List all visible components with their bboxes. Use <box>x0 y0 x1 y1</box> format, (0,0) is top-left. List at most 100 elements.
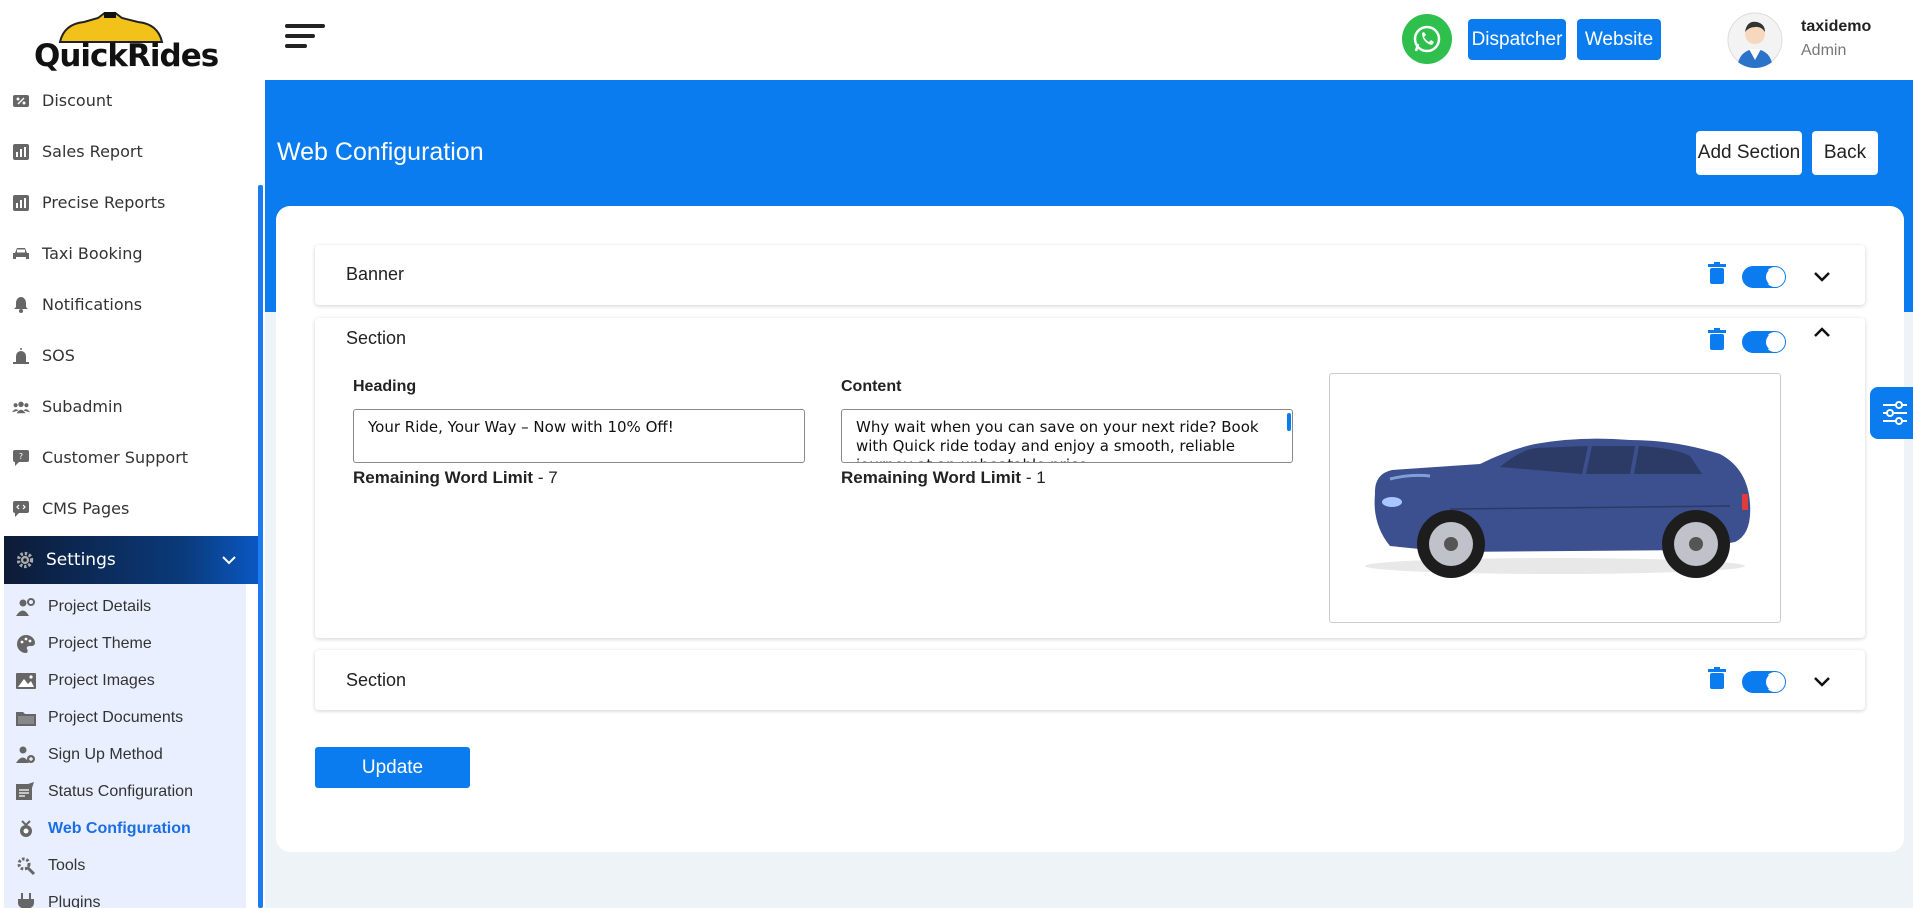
menu-toggle-icon[interactable] <box>285 24 325 54</box>
sidebar-item-sales-report[interactable]: Sales Report <box>0 126 258 177</box>
sidebar-scrollbar[interactable] <box>258 185 263 908</box>
palette-icon <box>14 632 38 656</box>
user-gear-icon <box>14 595 38 619</box>
limit-value: - 7 <box>537 468 558 487</box>
sidebar-item-label: Settings <box>46 550 116 570</box>
sidebar-item-label: Taxi Booking <box>42 244 143 263</box>
sidebar-item-taxi-booking[interactable]: Taxi Booking <box>0 228 258 279</box>
whatsapp-icon[interactable] <box>1402 14 1452 64</box>
chat-icon: ? <box>12 449 30 467</box>
submenu-item-label: Plugins <box>48 893 101 908</box>
add-section-button[interactable]: Add Section <box>1696 131 1802 175</box>
submenu-item-label: Project Documents <box>48 708 184 726</box>
sidebar-item-label: SOS <box>42 346 75 365</box>
sidebar-item-customer-support[interactable]: ? Customer Support <box>0 432 258 483</box>
section-image[interactable] <box>1329 373 1781 623</box>
submenu-item-web-configuration[interactable]: Web Configuration <box>4 810 246 847</box>
sidebar-item-notifications[interactable]: Notifications <box>0 279 258 330</box>
car-image <box>1365 438 1751 578</box>
code-icon <box>12 500 30 518</box>
submenu-item-project-theme[interactable]: Project Theme <box>4 625 246 662</box>
tools-icon <box>14 854 38 878</box>
submenu-item-label: Status Configuration <box>48 782 193 800</box>
bell-icon <box>12 296 30 314</box>
avatar[interactable] <box>1727 12 1783 68</box>
sidebar-item-label: Discount <box>42 91 113 110</box>
section-panel-collapsed[interactable]: Section <box>315 650 1865 710</box>
page-title: Web Configuration <box>277 138 484 166</box>
content-scrollbar[interactable] <box>1287 413 1291 431</box>
sidebar-item-subadmin[interactable]: Subadmin <box>0 381 258 432</box>
section-panel-expanded: Section Heading Your Ride, Your Way – No… <box>315 318 1865 638</box>
chevron-down-icon[interactable] <box>1811 670 1833 692</box>
submenu-item-status-configuration[interactable]: Status Configuration <box>4 773 246 810</box>
brand-name: QuickRides <box>34 38 219 74</box>
submenu-item-project-images[interactable]: Project Images <box>4 662 246 699</box>
user-role: Admin <box>1801 42 1847 59</box>
update-button[interactable]: Update <box>315 747 470 788</box>
car-icon <box>12 245 30 263</box>
panel-title: Section <box>346 670 407 690</box>
brand-logo[interactable]: QuickRides <box>28 8 219 74</box>
section-panel-banner[interactable]: Banner <box>315 245 1865 305</box>
panel-title: Section <box>346 328 407 348</box>
submenu-item-label: Project Theme <box>48 634 152 652</box>
image-icon <box>14 669 38 693</box>
chevron-down-icon[interactable] <box>1811 265 1833 287</box>
dispatcher-button[interactable]: Dispatcher <box>1468 19 1566 60</box>
limit-label: Remaining Word Limit <box>353 468 534 487</box>
limit-label: Remaining Word Limit <box>841 468 1022 487</box>
sidebar-item-cms-pages[interactable]: CMS Pages <box>0 483 258 534</box>
sidebar-item-discount[interactable]: Discount <box>0 75 258 126</box>
website-button[interactable]: Website <box>1577 19 1661 60</box>
config-card: Banner Section Heading Your Ride, Your W… <box>276 206 1904 852</box>
chevron-up-icon[interactable] <box>1811 322 1833 344</box>
sidebar-item-settings[interactable]: Settings <box>4 536 259 584</box>
content-input[interactable]: Why wait when you can save on your next … <box>841 409 1293 463</box>
chart-icon <box>12 143 30 161</box>
sidebar-item-precise-reports[interactable]: Precise Reports <box>0 177 258 228</box>
submenu-item-label: Sign Up Method <box>48 745 163 763</box>
svg-text:?: ? <box>19 452 23 461</box>
settings-panel-toggle[interactable] <box>1870 387 1913 439</box>
sidebar-item-label: Subadmin <box>42 397 123 416</box>
settings-submenu: Project Details Project Theme Project Im… <box>4 584 246 908</box>
sidebar-item-sos[interactable]: SOS <box>0 330 258 381</box>
sidebar-item-label: Notifications <box>42 295 143 314</box>
user-name: taxidemo <box>1801 18 1872 35</box>
submenu-item-project-details[interactable]: Project Details <box>4 588 246 625</box>
users-icon <box>12 398 30 416</box>
panel-title: Banner <box>346 264 405 284</box>
plug-icon <box>14 891 38 908</box>
enable-toggle[interactable] <box>1742 331 1786 353</box>
heading-input[interactable]: Your Ride, Your Way – Now with 10% Off! <box>353 409 805 463</box>
heading-label: Heading <box>353 378 417 395</box>
trash-icon[interactable] <box>1707 262 1727 284</box>
content-word-limit: Remaining Word Limit - 1 <box>841 468 1046 488</box>
submenu-item-project-documents[interactable]: Project Documents <box>4 699 246 736</box>
submenu-item-label: Web Configuration <box>48 819 191 837</box>
back-button[interactable]: Back <box>1812 131 1878 175</box>
heading-word-limit: Remaining Word Limit - 7 <box>353 468 558 488</box>
enable-toggle[interactable] <box>1742 671 1786 693</box>
limit-value: - 1 <box>1025 468 1046 487</box>
trash-icon[interactable] <box>1707 667 1727 689</box>
submenu-item-label: Project Images <box>48 671 155 689</box>
sidebar-menu: Discount Sales Report Precise Reports Ta… <box>0 75 259 908</box>
submenu-item-label: Project Details <box>48 597 152 615</box>
chevron-down-icon[interactable] <box>221 550 237 570</box>
submenu-item-plugins[interactable]: Plugins <box>4 884 246 908</box>
status-icon <box>14 780 38 804</box>
user-add-icon <box>14 743 38 767</box>
enable-toggle[interactable] <box>1742 266 1786 288</box>
sidebar-item-label: CMS Pages <box>42 499 130 518</box>
submenu-item-tools[interactable]: Tools <box>4 847 246 884</box>
sidebar-item-label: Precise Reports <box>42 193 166 212</box>
sidebar-item-label: Sales Report <box>42 142 143 161</box>
gear-icon <box>16 551 34 569</box>
discount-icon <box>12 92 30 110</box>
chart-icon <box>12 194 30 212</box>
trash-icon[interactable] <box>1707 328 1727 350</box>
content-label: Content <box>841 378 902 395</box>
submenu-item-sign-up-method[interactable]: Sign Up Method <box>4 736 246 773</box>
